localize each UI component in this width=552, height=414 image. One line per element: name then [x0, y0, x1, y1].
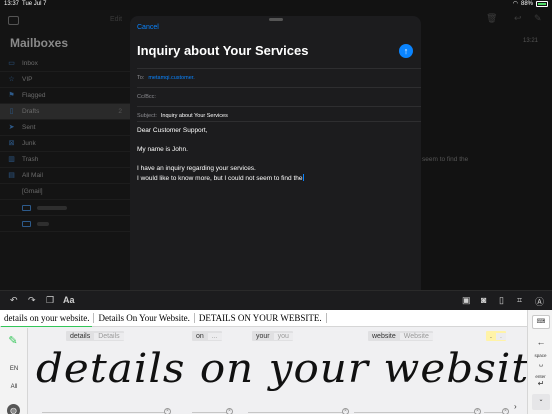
wifi-icon: ◠ [512, 1, 518, 7]
lang-all-button[interactable]: All [0, 384, 28, 390]
message-snippet: seem to find the [422, 156, 469, 163]
sidebar-item-sent[interactable]: ➤ Sent [0, 120, 130, 136]
candidate-3[interactable]: DETAILS ON YOUR WEBSITE. [195, 313, 327, 323]
space-icon[interactable]: ␣ [532, 358, 550, 372]
paperplane-icon: ➤ [8, 124, 15, 131]
tray-icon: ▭ [8, 60, 15, 67]
chevron-right-icon[interactable]: › [514, 402, 517, 411]
redacted-label [37, 205, 67, 210]
delete-word-icon[interactable]: × [342, 408, 349, 414]
segment-your[interactable]: your you [252, 331, 293, 341]
to-field[interactable]: To: metamqi.customer. [137, 68, 421, 87]
trash-icon: ▥ [8, 156, 15, 163]
camera-icon[interactable]: ◙ [481, 295, 486, 305]
globe-icon[interactable]: ◍ [7, 404, 20, 414]
keyboard-switch-icon[interactable]: ⌨ [532, 315, 550, 329]
status-time: 13:37 [4, 1, 20, 7]
segment-details[interactable]: details Details [66, 331, 124, 341]
cc-bcc-field[interactable]: Cc/Bcc: [137, 87, 421, 106]
sidebar-item-all-mail[interactable]: ▤ All Mail [0, 168, 130, 184]
mailboxes-title: Mailboxes [10, 36, 69, 50]
sidebar-item-junk[interactable]: ⊠ Junk [0, 136, 130, 152]
junk-icon: ⊠ [8, 140, 15, 147]
candidate-bar: details on your website. Details On Your… [0, 310, 527, 327]
tray-full-icon: ▤ [8, 172, 15, 179]
delete-word-icon[interactable]: × [474, 408, 481, 414]
hide-keyboard-icon[interactable]: ⌄ [532, 394, 550, 410]
star-icon: ☆ [8, 76, 15, 83]
message-body[interactable]: Dear Customer Support, My name is John. … [137, 126, 417, 183]
message-pane: 🗑 ↩ ✎ 13:21 seem to find the [420, 10, 552, 290]
attachment-icon[interactable]: ▯ [499, 295, 504, 306]
handwriting-mode-icon[interactable]: ✎ [5, 334, 21, 348]
photo-icon[interactable]: ▣ [462, 295, 471, 306]
segment-website[interactable]: website Website [368, 331, 433, 341]
mailbox-list: ▭ Inbox ☆ VIP ⚑ Flagged ▯ Drafts 2 ➤ Sent ⊠ Jun… [0, 56, 130, 232]
subject-input[interactable]: Inquiry about Your Services [161, 113, 228, 119]
sidebar-item-flagged[interactable]: ⚑ Flagged [0, 88, 130, 104]
sidebar-toggle-icon[interactable] [8, 16, 19, 25]
enter-icon[interactable]: ↵ [532, 378, 550, 392]
mailboxes-sidebar: Edit Mailboxes ▭ Inbox ☆ VIP ⚑ Flagged ▯ Dra… [0, 10, 130, 290]
markup-icon[interactable]: Ⓐ [535, 295, 544, 308]
compose-icon[interactable]: ✎ [534, 13, 542, 24]
scan-icon[interactable]: ⌗ [517, 295, 522, 306]
undo-icon[interactable]: ↶ [10, 295, 18, 306]
sheet-grabber[interactable] [269, 18, 283, 21]
battery-fill [538, 2, 546, 5]
trash-icon[interactable]: 🗑 [486, 13, 497, 24]
flag-icon: ⚑ [8, 92, 15, 99]
redacted-label [37, 221, 49, 226]
keyboard-toolbar: ↶ ↷ ❐ Aa ▣ ◙ ▯ ⌗ Ⓐ [0, 290, 552, 310]
sidebar-item-gmail[interactable]: [Gmail] [0, 184, 130, 200]
handwriting-area[interactable]: details Details on... your you website Webs… [28, 328, 552, 414]
subject-field[interactable]: Subject: Inquiry about Your Services [137, 106, 421, 125]
status-date: Tue Jul 7 [22, 1, 47, 7]
candidate-1[interactable]: details on your website. [0, 313, 95, 327]
battery-percent: 88% [520, 0, 533, 7]
lang-en-button[interactable]: EN [0, 366, 28, 372]
sidebar-item-inbox[interactable]: ▭ Inbox [0, 56, 130, 72]
folder-icon [22, 204, 31, 211]
text-cursor [303, 173, 305, 181]
segment-on[interactable]: on... [192, 331, 222, 341]
message-time: 13:21 [522, 38, 538, 44]
sidebar-item-drafts[interactable]: ▯ Drafts 2 [0, 104, 130, 120]
document-icon: ▯ [9, 108, 14, 115]
folder-icon [22, 220, 31, 227]
status-bar: 13:37 Tue Jul 7 ◠ 88% [0, 0, 552, 10]
redo-icon[interactable]: ↷ [28, 295, 36, 306]
format-button[interactable]: Aa [63, 295, 75, 305]
battery-icon [536, 0, 548, 7]
handwritten-ink: details on your website. [36, 346, 552, 392]
delete-word-icon[interactable]: × [226, 408, 233, 414]
sidebar-item-folder[interactable] [0, 200, 130, 216]
keyboard-left-column: ✎ EN All ◍ [0, 328, 28, 414]
delete-word-icon[interactable]: × [502, 408, 509, 414]
edit-button[interactable]: Edit [110, 16, 122, 23]
drafts-count: 2 [118, 108, 122, 115]
to-recipient[interactable]: metamqi.customer. [148, 75, 194, 81]
sidebar-item-trash[interactable]: ▥ Trash [0, 152, 130, 168]
keyboard-right-column: ⌨ ← space ␣ enter ↵ ⌄ [527, 310, 552, 414]
sidebar-item-vip[interactable]: ☆ VIP [0, 72, 130, 88]
cancel-button[interactable]: Cancel [137, 24, 159, 31]
backspace-icon[interactable]: ← [532, 336, 550, 350]
baseline [42, 412, 170, 413]
handwriting-keyboard: details on your website. Details On Your… [0, 310, 552, 414]
arrow-up-icon: ↑ [403, 46, 409, 56]
reply-icon[interactable]: ↩ [514, 13, 522, 24]
segment-period[interactable]: .. [486, 331, 506, 341]
compose-title: Inquiry about Your Services [137, 43, 309, 58]
compose-sheet: Cancel Inquiry about Your Services ↑ To:… [130, 16, 421, 290]
paste-icon[interactable]: ❐ [46, 295, 54, 306]
candidate-2[interactable]: Details On Your Website. [94, 313, 195, 323]
send-button[interactable]: ↑ [399, 44, 413, 58]
baseline [354, 412, 480, 413]
sidebar-item-folder[interactable] [0, 216, 130, 232]
divider [137, 121, 421, 122]
delete-word-icon[interactable]: × [164, 408, 171, 414]
baseline [248, 412, 348, 413]
